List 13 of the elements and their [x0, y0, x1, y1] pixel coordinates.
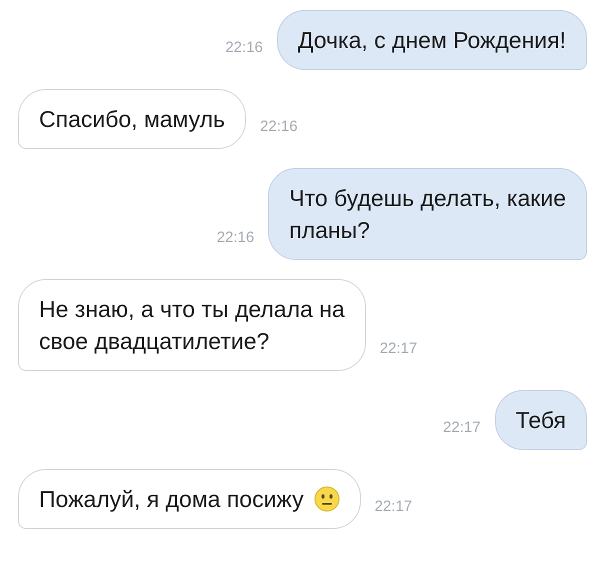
message-text: Не знаю, а что ты делала на свое двадцатилетие? [39, 295, 345, 356]
message-time: 22:17 [380, 340, 418, 357]
message-time: 22:17 [374, 498, 412, 515]
message-time: 22:16 [216, 229, 254, 246]
neutral-face-icon [314, 486, 340, 512]
message-time: 22:16 [260, 118, 298, 135]
message-time: 22:17 [443, 419, 481, 436]
message-text: Дочка, с днем Рождения! [298, 26, 566, 55]
message-text: Спасибо, мамуль [39, 105, 226, 134]
message-text: Тебя [516, 406, 566, 435]
message-time: 22:16 [225, 39, 263, 56]
message-text: Пожалуй, я дома посижу [39, 485, 304, 514]
message-text: Что будешь делать, какие планы? [289, 184, 566, 245]
